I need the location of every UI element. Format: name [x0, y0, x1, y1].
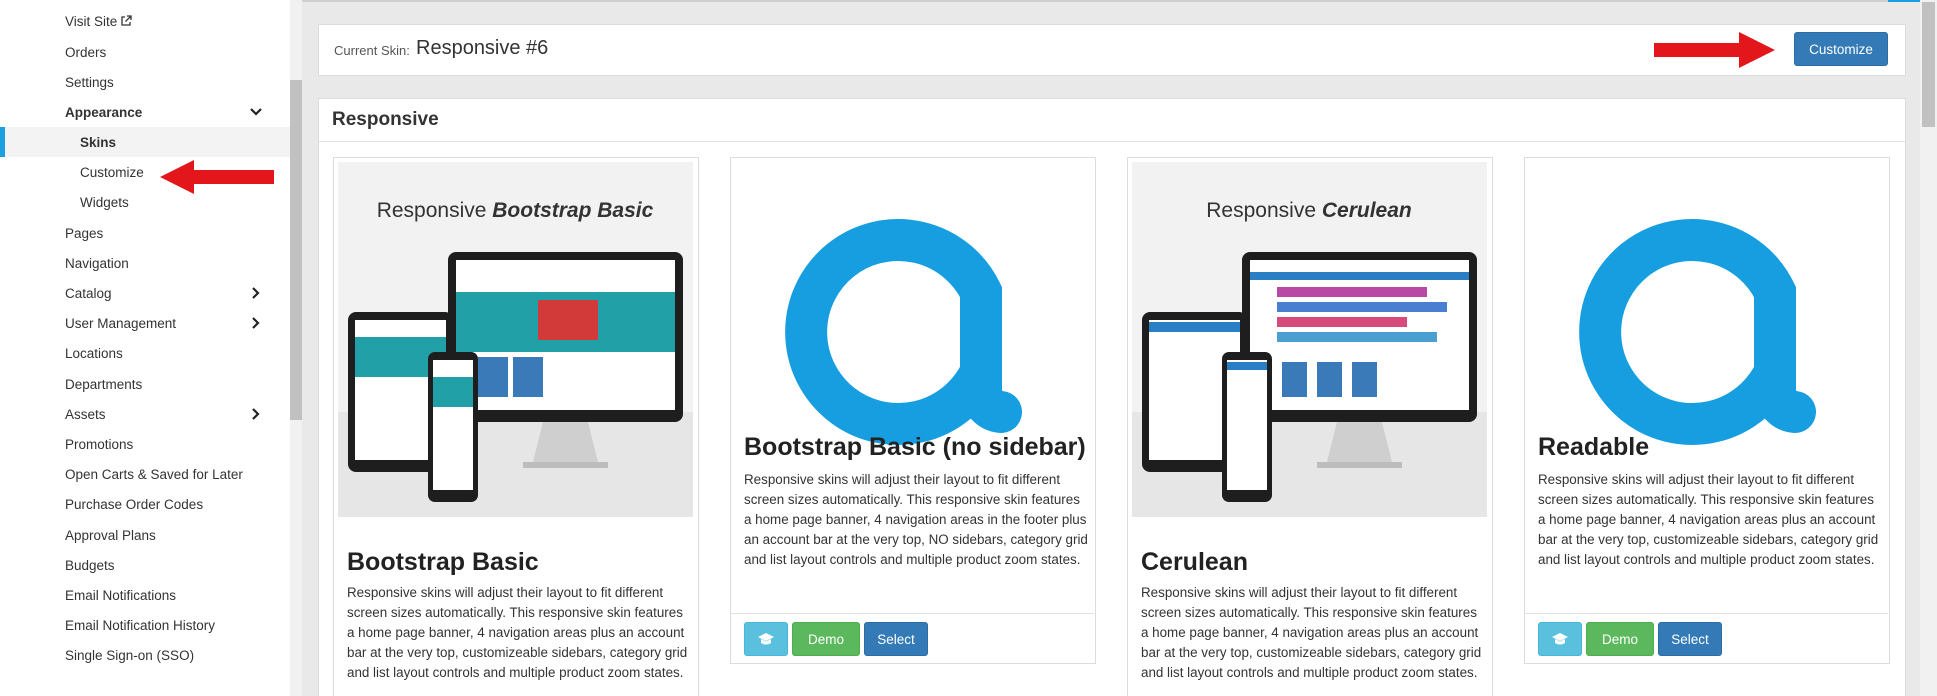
sidebar-item-label: Approval Plans: [65, 527, 156, 543]
sidebar: Visit Site Orders Settings Appearance Sk…: [0, 0, 290, 696]
top-accent-bar: [1888, 0, 1920, 2]
graduation-cap-icon: [758, 633, 774, 645]
sidebar-item-label: Visit Site: [65, 13, 118, 29]
skin-title: Readable: [1538, 433, 1650, 461]
svg-text:Responsive Bootstrap Basic: Responsive Bootstrap Basic: [377, 199, 654, 222]
sidebar-item-label: Skins: [80, 134, 117, 150]
top-divider: [302, 0, 1920, 2]
skin-preview-image: Responsive Bootstrap Basic: [338, 162, 693, 517]
sidebar-scrollbar-thumb[interactable]: [290, 80, 302, 420]
sidebar-item-sso[interactable]: Single Sign-on (SSO): [0, 640, 290, 670]
sidebar-item-orders[interactable]: Orders: [0, 37, 290, 67]
learn-more-button[interactable]: [1538, 622, 1582, 656]
skin-card-cerulean: Responsive Cerulean Cerulean Responsive …: [1127, 157, 1493, 696]
learn-more-button[interactable]: [744, 622, 788, 656]
sidebar-item-catalog[interactable]: Catalog: [0, 278, 290, 308]
sidebar-item-label: Orders: [65, 44, 107, 60]
sidebar-item-label: User Management: [65, 315, 177, 331]
skin-card-bootstrap-basic: Responsive Bootstrap Basic Bootstrap Bas…: [333, 157, 699, 696]
skin-card-footer: Demo Select: [731, 613, 1094, 665]
skin-logo-image: [1529, 162, 1884, 517]
sidebar-item-promotions[interactable]: Promotions: [0, 429, 290, 459]
svg-text:Responsive Cerulean: Responsive Cerulean: [1206, 199, 1411, 222]
select-button[interactable]: Select: [864, 622, 928, 656]
current-skin-value: Responsive #6: [416, 37, 549, 59]
sidebar-item-email-notifications[interactable]: Email Notifications: [0, 580, 290, 610]
demo-button[interactable]: Demo: [792, 622, 860, 656]
skin-title: Bootstrap Basic: [347, 548, 539, 576]
sidebar-item-label: Purchase Order Codes: [65, 496, 204, 512]
sidebar-item-label: Appearance: [65, 104, 143, 120]
sidebar-item-pages[interactable]: Pages: [0, 218, 290, 248]
sidebar-item-label: Navigation: [65, 255, 129, 271]
sidebar-item-label: Email Notification History: [65, 617, 216, 633]
chevron-right-icon: [252, 317, 260, 329]
skin-card-footer: Demo Select: [1525, 613, 1888, 665]
sidebar-item-label: Customize: [80, 164, 144, 180]
sidebar-item-approval-plans[interactable]: Approval Plans: [0, 520, 290, 550]
page-scrollbar-thumb[interactable]: [1922, 2, 1935, 127]
sidebar-item-label: Assets: [65, 406, 106, 422]
sidebar-item-label: Promotions: [65, 436, 134, 452]
chevron-down-icon: [250, 108, 262, 116]
graduation-cap-icon: [1552, 633, 1568, 645]
sidebar-item-skins[interactable]: Skins: [0, 127, 290, 157]
demo-button[interactable]: Demo: [1586, 622, 1654, 656]
sidebar-item-label: Departments: [65, 376, 143, 392]
sidebar-item-open-carts[interactable]: Open Carts & Saved for Later: [0, 459, 290, 489]
page: Visit Site Orders Settings Appearance Sk…: [0, 0, 1937, 696]
sidebar-item-label: Locations: [65, 345, 123, 361]
sidebar-item-user-management[interactable]: User Management: [0, 308, 290, 338]
sidebar-item-navigation[interactable]: Navigation: [0, 248, 290, 278]
sidebar-item-label: Widgets: [80, 194, 129, 210]
sidebar-item-email-notification-history[interactable]: Email Notification History: [0, 610, 290, 640]
sidebar-item-label: Email Notifications: [65, 587, 177, 603]
sidebar-item-label: Budgets: [65, 557, 115, 573]
select-button[interactable]: Select: [1658, 622, 1722, 656]
sidebar-item-settings[interactable]: Settings: [0, 67, 290, 97]
sidebar-item-appearance[interactable]: Appearance: [0, 97, 290, 127]
sidebar-item-label: Pages: [65, 225, 104, 241]
skin-card-bootstrap-basic-no-sidebar: Bootstrap Basic (no sidebar) Responsive …: [730, 157, 1096, 664]
current-skin-label: Current Skin:: [334, 43, 410, 58]
panel-divider: [319, 141, 1905, 142]
sidebar-item-budgets[interactable]: Budgets: [0, 550, 290, 580]
external-link-icon: [121, 15, 132, 26]
sidebar-item-label: Settings: [65, 74, 114, 90]
section-title: Responsive: [332, 109, 439, 130]
skin-description: Responsive skins will adjust their layou…: [347, 585, 688, 680]
chevron-right-icon: [252, 287, 260, 299]
skin-description: Responsive skins will adjust their layou…: [1538, 472, 1879, 567]
chevron-right-icon: [252, 408, 260, 420]
sidebar-item-purchase-order-codes[interactable]: Purchase Order Codes: [0, 489, 290, 519]
skin-preview-image: Responsive Cerulean: [1132, 162, 1487, 517]
skin-title: Bootstrap Basic (no sidebar): [744, 433, 1086, 461]
sidebar-item-label: Single Sign-on (SSO): [65, 647, 195, 663]
skin-logo-image: [735, 162, 1090, 517]
sidebar-item-departments[interactable]: Departments: [0, 369, 290, 399]
sidebar-item-label: Open Carts & Saved for Later: [65, 466, 243, 482]
skin-description: Responsive skins will adjust their layou…: [1141, 585, 1482, 680]
sidebar-item-label: Catalog: [65, 285, 112, 301]
sidebar-item-locations[interactable]: Locations: [0, 338, 290, 368]
skin-description: Responsive skins will adjust their layou…: [744, 472, 1088, 567]
annotation-arrow-left: [160, 160, 274, 194]
skin-card-readable: Readable Responsive skins will adjust th…: [1524, 157, 1890, 664]
skin-title: Cerulean: [1141, 548, 1248, 576]
sidebar-item-visit-site[interactable]: Visit Site: [0, 6, 290, 36]
customize-button[interactable]: Customize: [1794, 32, 1888, 66]
annotation-arrow-right: [1654, 32, 1775, 68]
sidebar-item-assets[interactable]: Assets: [0, 399, 290, 429]
